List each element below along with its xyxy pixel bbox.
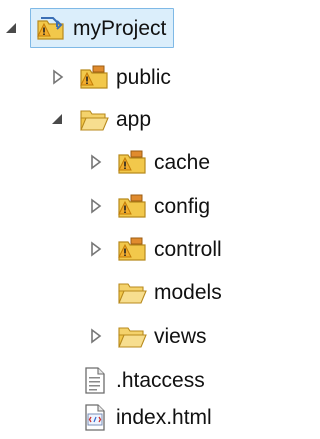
expanded-arrow-icon[interactable] — [48, 110, 66, 128]
tree-item-controll[interactable]: controll — [86, 227, 222, 271]
tree-item-label: myProject — [73, 16, 167, 40]
tree-item-label: cache — [154, 150, 211, 174]
folder-icon — [116, 320, 148, 352]
tree-item-index-html[interactable]: index.html — [66, 395, 212, 439]
tree-item-myproject[interactable]: myProject — [2, 6, 175, 50]
collapsed-arrow-icon[interactable] — [86, 327, 104, 345]
tree-item-public[interactable]: public — [48, 55, 171, 99]
tree-item-views[interactable]: views — [86, 314, 207, 358]
tree-item-config[interactable]: config — [86, 184, 210, 228]
tree-item-models[interactable]: models — [104, 270, 222, 314]
open-folder-icon — [78, 103, 110, 135]
tree-item-label: index.html — [116, 405, 212, 429]
package-folder-warning-icon — [78, 61, 110, 93]
tree-item-label: config — [154, 194, 211, 218]
project-warning-icon — [35, 12, 67, 44]
collapsed-arrow-icon[interactable] — [48, 68, 66, 86]
collapsed-arrow-icon[interactable] — [86, 197, 104, 215]
tree-item-label: views — [154, 324, 207, 348]
tree-item-label: public — [116, 65, 171, 89]
package-folder-warning-icon — [116, 146, 148, 178]
tree-item-label: .htaccess — [116, 368, 205, 392]
tree-item-label: models — [154, 280, 222, 304]
html-file-icon — [78, 401, 110, 433]
package-folder-warning-icon — [116, 190, 148, 222]
expanded-arrow-icon[interactable] — [2, 19, 20, 37]
tree-item-label: controll — [154, 237, 222, 261]
tree-item-label: app — [116, 107, 152, 131]
folder-icon — [116, 276, 148, 308]
tree-item-cache[interactable]: cache — [86, 140, 210, 184]
text-file-icon — [78, 364, 110, 396]
package-folder-warning-icon — [116, 233, 148, 265]
tree-item-app[interactable]: app — [48, 97, 151, 141]
project-tree: myProject public app cache config contro… — [0, 0, 241, 439]
collapsed-arrow-icon[interactable] — [86, 153, 104, 171]
collapsed-arrow-icon[interactable] — [86, 240, 104, 258]
selected-item-highlight[interactable]: myProject — [30, 8, 175, 48]
